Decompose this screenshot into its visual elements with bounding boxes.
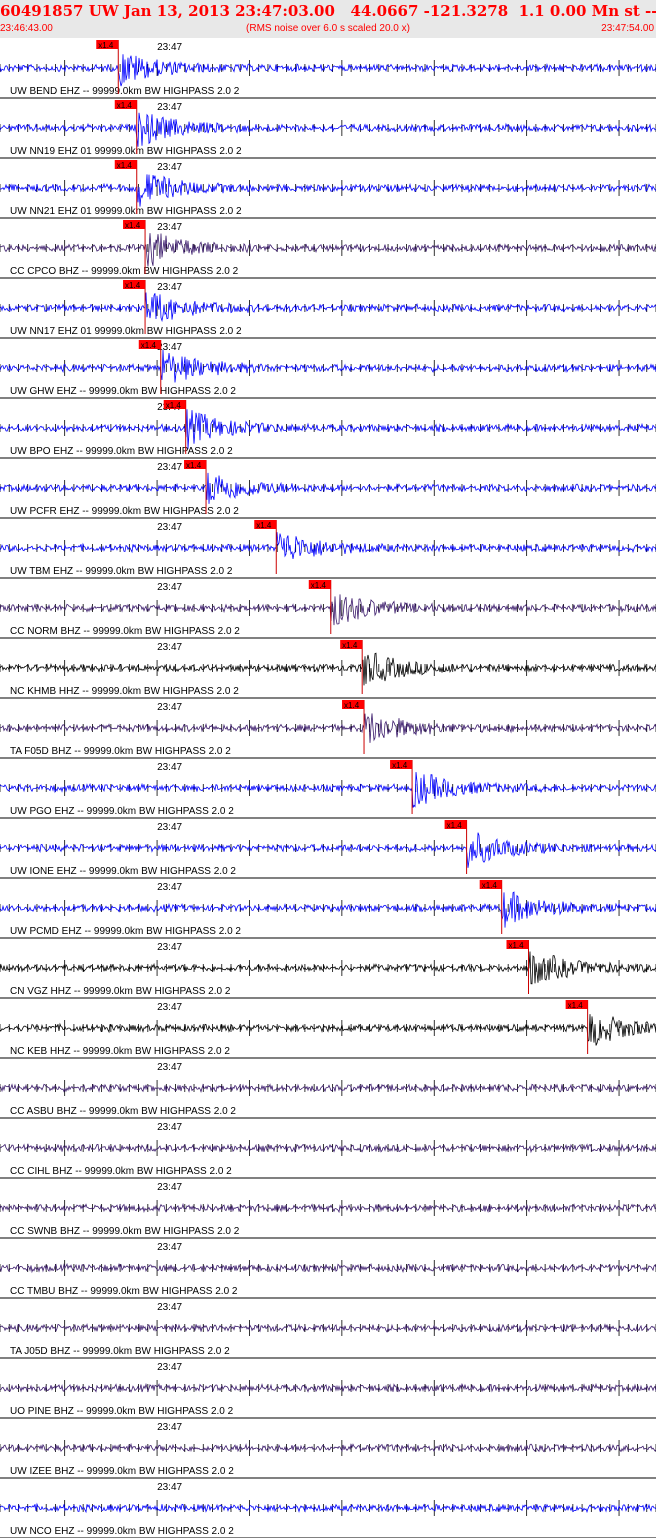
waveform-trace [0, 891, 656, 928]
waveform-trace [0, 951, 656, 985]
channel-label: CC TMBU BHZ -- 99999.0km BW HIGHPASS 2.0… [10, 1286, 238, 1297]
minute-label: 23:47 [157, 1362, 182, 1373]
event-title: 60491857 UW Jan 13, 2013 23:47:03.00 44.… [0, 2, 656, 20]
minute-label: 23:47 [157, 162, 182, 173]
channel-label: CC ASBU BHZ -- 99999.0km BW HIGHPASS 2.0… [10, 1106, 236, 1117]
channel-label: UW BEND EHZ -- 99999.0km BW HIGHPASS 2.0… [10, 86, 240, 97]
plot-header: 60491857 UW Jan 13, 2013 23:47:03.00 44.… [0, 0, 656, 38]
minute-label: 23:47 [157, 1002, 182, 1013]
waveform-trace [0, 832, 656, 868]
channel-label: UW NN17 EHZ 01 99999.0km BW HIGHPASS 2.0… [10, 326, 242, 337]
minute-label: 23:47 [157, 882, 182, 893]
minute-label: 23:47 [157, 222, 182, 233]
pick-label: x1.4 [482, 881, 498, 890]
pick-label: x1.4 [125, 221, 141, 230]
minute-label: 23:47 [157, 702, 182, 713]
minute-label: 23:47 [157, 42, 182, 53]
pick-label: x1.4 [447, 821, 463, 830]
channel-label: UW PCFR EHZ -- 99999.0km BW HIGHPASS 2.0… [10, 506, 239, 517]
pick-label: x1.4 [392, 761, 408, 770]
rms-noise-note: (RMS noise over 6.0 s scaled 20.0 x) [246, 23, 410, 34]
end-time-label: 23:47:54.00 [601, 23, 654, 34]
channel-label: UW PGO EHZ -- 99999.0km BW HIGHPASS 2.0 … [10, 806, 234, 817]
minute-label: 23:47 [157, 582, 182, 593]
waveform-trace [0, 1382, 656, 1393]
minute-label: 23:47 [157, 102, 182, 113]
waveform-trace [0, 652, 656, 686]
pick-label: x1.4 [117, 101, 133, 110]
waveform-trace [0, 349, 656, 383]
minute-label: 23:47 [157, 1182, 182, 1193]
minute-label: 23:47 [157, 1302, 182, 1313]
channel-label: UW BPO EHZ -- 99999.0km BW HIGHPASS 2.0 … [10, 446, 233, 457]
pick-label: x1.4 [342, 641, 358, 650]
channel-label: CC SWNB BHZ -- 99999.0km BW HIGHPASS 2.0… [10, 1226, 240, 1237]
waveform-trace [0, 409, 656, 449]
minute-label: 23:47 [157, 462, 182, 473]
channel-label: CN VGZ HHZ -- 99999.0km BW HIGHPASS 2.0 … [10, 986, 231, 997]
channel-label: UW TBM EHZ -- 99999.0km BW HIGHPASS 2.0 … [10, 566, 233, 577]
waveform-trace [0, 1083, 656, 1094]
waveform-trace [0, 292, 656, 323]
minute-label: 23:47 [157, 1242, 182, 1253]
minute-label: 23:47 [157, 1422, 182, 1433]
channel-label: CC NORM BHZ -- 99999.0km BW HIGHPASS 2.0… [10, 626, 240, 637]
waveform-trace [0, 233, 656, 267]
pick-label: x1.4 [311, 581, 327, 590]
waveform-trace [0, 112, 656, 147]
pick-label: x1.4 [166, 401, 182, 410]
channel-label: NC KHMB HHZ -- 99999.0km BW HIGHPASS 2.0… [10, 686, 239, 697]
minute-label: 23:47 [157, 762, 182, 773]
channel-label: UW IZEE BHZ -- 99999.0km BW HIGHPASS 2.0… [10, 1466, 234, 1477]
channel-label: UW IONE EHZ -- 99999.0km BW HIGHPASS 2.0… [10, 866, 236, 877]
minute-label: 23:47 [157, 282, 182, 293]
pick-label: x1.4 [508, 941, 524, 950]
channel-label: NC KEB HHZ -- 99999.0km BW HIGHPASS 2.0 … [10, 1046, 230, 1057]
minute-label: 23:47 [157, 1122, 182, 1133]
channel-label: CC CIHL BHZ -- 99999.0km BW HIGHPASS 2.0… [10, 1166, 232, 1177]
minute-label: 23:47 [157, 1062, 182, 1073]
channel-label: TA F05D BHZ -- 99999.0km BW HIGHPASS 2.0… [10, 746, 231, 757]
waveform-trace [0, 472, 656, 504]
waveform-trace [0, 1014, 656, 1046]
channel-label: TA J05D BHZ -- 99999.0km BW HIGHPASS 2.0… [10, 1346, 230, 1357]
seismogram-plot: UW BEND EHZ -- 99999.0km BW HIGHPASS 2.0… [0, 40, 656, 1538]
channel-label: UW NN21 EHZ 01 99999.0km BW HIGHPASS 2.0… [10, 206, 242, 217]
pick-label: x1.4 [141, 341, 157, 350]
minute-label: 23:47 [157, 1482, 182, 1493]
pick-label: x1.4 [256, 521, 272, 530]
waveform-trace [0, 713, 656, 743]
pick-label: x1.4 [186, 461, 202, 470]
channel-label: UW GHW EHZ -- 99999.0km BW HIGHPASS 2.0 … [10, 386, 236, 397]
channel-label: UO PINE BHZ -- 99999.0km BW HIGHPASS 2.0… [10, 1406, 234, 1417]
channel-label: UW NN19 EHZ 01 99999.0km BW HIGHPASS 2.0… [10, 146, 242, 157]
channel-label: UW NCO EHZ -- 99999.0km BW HIGHPASS 2.0 … [10, 1526, 234, 1537]
channel-label: UW PCMD EHZ -- 99999.0km BW HIGHPASS 2.0… [10, 926, 241, 937]
waveform-trace [0, 772, 656, 808]
waveform-trace [0, 1502, 656, 1514]
pick-label: x1.4 [117, 161, 133, 170]
waveform-trace [0, 54, 656, 87]
waveform-trace [0, 174, 656, 207]
minute-label: 23:47 [157, 522, 182, 533]
minute-label: 23:47 [157, 822, 182, 833]
minute-label: 23:47 [157, 642, 182, 653]
waveform-trace [0, 1202, 656, 1214]
waveform-trace [0, 1262, 656, 1274]
pick-label: x1.4 [344, 701, 360, 710]
waveform-trace [0, 1143, 656, 1154]
pick-label: x1.4 [98, 41, 114, 50]
pick-label: x1.4 [568, 1001, 584, 1010]
waveform-trace [0, 532, 656, 559]
channel-label: CC CPCO BHZ -- 99999.0km BW HIGHPASS 2.0… [10, 266, 239, 277]
waveform-trace [0, 1322, 656, 1333]
waveform-trace [0, 594, 656, 626]
waveform-trace [0, 1442, 656, 1453]
pick-label: x1.4 [125, 281, 141, 290]
minute-label: 23:47 [157, 942, 182, 953]
